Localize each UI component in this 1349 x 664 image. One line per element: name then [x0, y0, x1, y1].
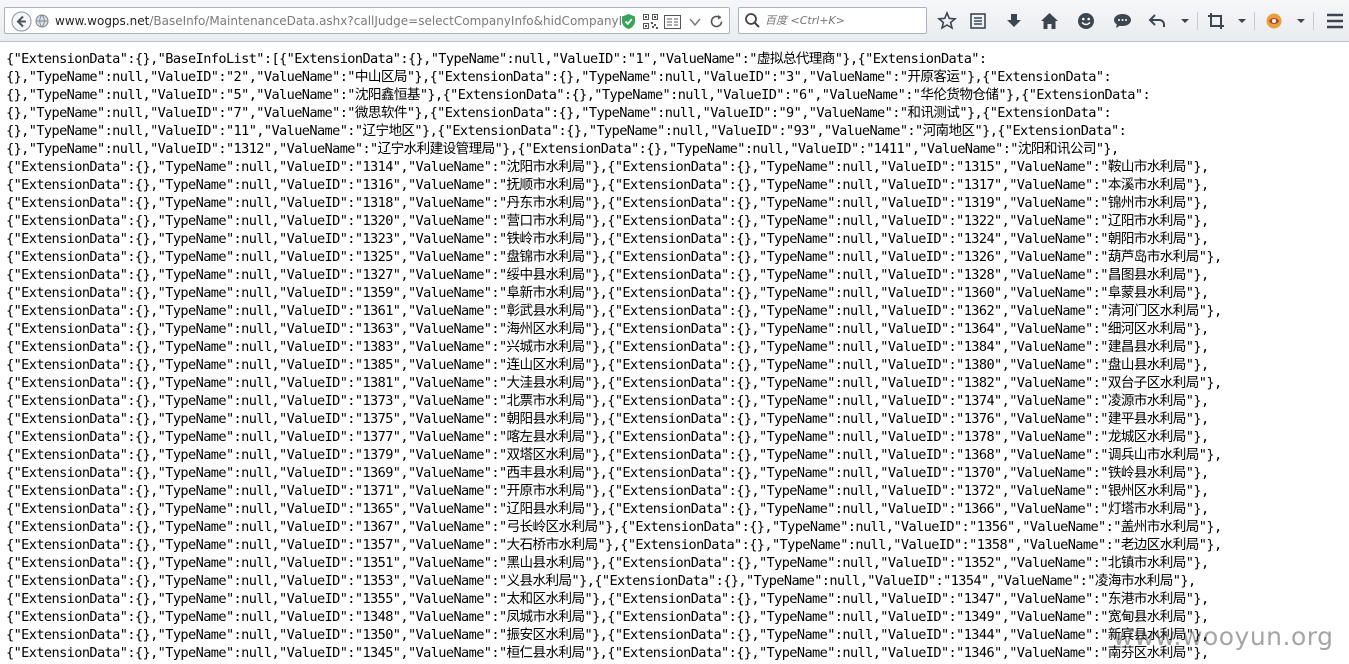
search-icon [744, 12, 761, 29]
toolbar-separator [1313, 12, 1314, 30]
json-text-line: {"ExtensionData":{},"TypeName":null,"Val… [6, 393, 1209, 409]
download-icon[interactable] [1003, 10, 1025, 32]
json-text-line: {"ExtensionData":{},"TypeName":null,"Val… [6, 357, 1209, 373]
json-text-line: {"ExtensionData":{},"TypeName":null,"Val… [6, 195, 1209, 211]
undo-icon[interactable] [1146, 10, 1168, 32]
json-text-line: {"ExtensionData":{},"TypeName":null,"Val… [6, 177, 1209, 193]
json-text-line: {"ExtensionData":{},"TypeName":null,"Val… [6, 537, 1222, 553]
toolbar-separator [1254, 12, 1255, 30]
browser-toolbar: www.wogps.net/BaseInfo/MaintenanceData.a… [0, 0, 1349, 42]
json-text-line: {"ExtensionData":{},"TypeName":null,"Val… [6, 591, 1209, 607]
hamburger-menu-icon[interactable] [1324, 10, 1346, 32]
back-arrow-icon[interactable] [11, 11, 32, 32]
json-text-line: {},"TypeName":null,"ValueID":"7","ValueN… [6, 105, 1112, 121]
json-text-line: {},"TypeName":null,"ValueID":"5","ValueN… [6, 87, 1151, 103]
json-text-line: {"ExtensionData":{},"TypeName":null,"Val… [6, 483, 1209, 499]
json-text-line: {"ExtensionData":{},"TypeName":null,"Val… [6, 411, 1209, 427]
url-text[interactable]: www.wogps.net/BaseInfo/MaintenanceData.a… [55, 13, 627, 29]
json-text-line: {"ExtensionData":{},"BaseInfoList":[{"Ex… [6, 51, 987, 67]
json-text-line: {"ExtensionData":{},"TypeName":null,"Val… [6, 555, 1209, 571]
smiley-icon[interactable] [1075, 10, 1097, 32]
chevron-down-icon[interactable] [686, 13, 703, 30]
globe-icon [35, 14, 49, 28]
toolbar-separator [1197, 12, 1198, 30]
json-text-line: {"ExtensionData":{},"TypeName":null,"Val… [6, 501, 1209, 517]
search-placeholder: 百度 <Ctrl+K> [765, 14, 845, 27]
json-text-line: {"ExtensionData":{},"TypeName":null,"Val… [6, 573, 1196, 589]
watermark-text: www.wooyun.org [1113, 622, 1334, 651]
undo-dropdown-chevron-icon[interactable] [1180, 17, 1190, 25]
json-text-line: {"ExtensionData":{},"TypeName":null,"Val… [6, 249, 1222, 265]
json-text-line: {"ExtensionData":{},"TypeName":null,"Val… [6, 303, 1222, 319]
json-text-line: {"ExtensionData":{},"TypeName":null,"Val… [6, 213, 1209, 229]
json-text-line: {"ExtensionData":{},"TypeName":null,"Val… [6, 429, 1209, 445]
json-text-line: {"ExtensionData":{},"TypeName":null,"Val… [6, 285, 1209, 301]
json-text-line: {"ExtensionData":{},"TypeName":null,"Val… [6, 375, 1222, 391]
addon-icon[interactable] [1263, 10, 1285, 32]
address-bar[interactable]: www.wogps.net/BaseInfo/MaintenanceData.a… [4, 7, 730, 34]
json-text-line: {"ExtensionData":{},"TypeName":null,"Val… [6, 267, 1209, 283]
json-text-line: {},"TypeName":null,"ValueID":"1312","Val… [6, 141, 1119, 157]
json-text-line: {"ExtensionData":{},"TypeName":null,"Val… [6, 465, 1209, 481]
json-text-line: {"ExtensionData":{},"TypeName":null,"Val… [6, 231, 1209, 247]
addon-dropdown-chevron-icon[interactable] [1296, 17, 1306, 25]
page-content: {"ExtensionData":{},"BaseInfoList":[{"Ex… [0, 42, 1349, 664]
json-text-line: {"ExtensionData":{},"TypeName":null,"Val… [6, 339, 1209, 355]
json-text-line: {"ExtensionData":{},"TypeName":null,"Val… [6, 159, 1209, 175]
url-path: /BaseInfo/MaintenanceData.ashx?callJudge… [149, 14, 627, 28]
json-text-line: {},"TypeName":null,"ValueID":"2","ValueN… [6, 69, 1112, 85]
shield-icon[interactable] [620, 13, 637, 30]
url-host: www.wogps.net [55, 14, 150, 28]
chat-bubble-icon[interactable] [1111, 10, 1133, 32]
crop-dropdown-chevron-icon[interactable] [1237, 17, 1247, 25]
json-response-text: {"ExtensionData":{},"BaseInfoList":[{"Ex… [6, 50, 1326, 662]
crop-icon[interactable] [1205, 10, 1227, 32]
reload-icon[interactable] [708, 13, 725, 30]
json-text-line: {},"TypeName":null,"ValueID":"11","Value… [6, 123, 1127, 139]
qr-code-icon[interactable] [642, 13, 659, 30]
json-text-line: {"ExtensionData":{},"TypeName":null,"Val… [6, 447, 1222, 463]
star-icon[interactable] [936, 10, 958, 32]
reader-view-icon[interactable] [664, 13, 681, 30]
home-icon[interactable] [1038, 10, 1060, 32]
json-text-line: {"ExtensionData":{},"TypeName":null,"Val… [6, 519, 1222, 535]
json-text-line: {"ExtensionData":{},"TypeName":null,"Val… [6, 321, 1209, 337]
search-bar[interactable]: 百度 <Ctrl+K> [738, 7, 927, 34]
bookmarks-list-icon[interactable] [967, 10, 989, 32]
